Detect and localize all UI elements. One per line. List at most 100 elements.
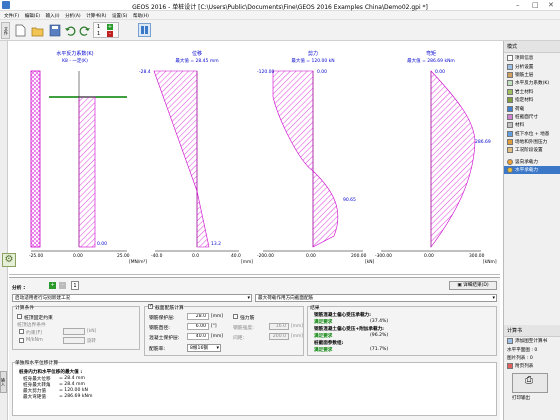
mode-item-k[interactable]: 水平反力系数(K) xyxy=(504,79,560,87)
mode-item-stage[interactable]: 工况阶段设置 xyxy=(504,146,560,154)
fixed-label: 约束(F) xyxy=(26,331,43,336)
method-select[interactable]: 启动适用者行与别新建工况 xyxy=(12,294,252,302)
material-icon xyxy=(507,122,513,129)
minimize-button[interactable]: – xyxy=(516,1,520,9)
file-side-tab[interactable]: 文件 xyxy=(1,22,10,39)
mode-item-horizontal[interactable]: 水平承载力 xyxy=(504,166,560,175)
strong-unit-2: [mm] xyxy=(291,334,303,339)
undo-button[interactable] xyxy=(63,23,76,37)
summary-group: 单独和水平位移计算 桩身内力和水平位移的最大值 : 桩身最大位移 = 28.4 … xyxy=(12,359,497,416)
results-group: 结果 钢筋混凝土偏心受压承载力: 满足要求 (37.4%) 钢筋混凝土偏心受压+… xyxy=(307,304,497,356)
pile-head-fixed-checkbox[interactable] xyxy=(17,314,22,319)
result-pct-2: (96.2%) xyxy=(370,333,389,338)
mode-item-soils[interactable]: 岩土材料 xyxy=(504,88,560,96)
mode-item-assign[interactable]: 指定材料 xyxy=(504,96,560,104)
add-analysis-icon[interactable]: + xyxy=(49,282,56,289)
boundary-label: 桩顶边界条件 xyxy=(17,323,46,328)
cover-unit: [mm] xyxy=(211,314,223,319)
appendix-list-item[interactable]: 附页列表 xyxy=(504,362,560,370)
surcharge-icon xyxy=(507,139,513,146)
mode-item-vertical[interactable]: 竖向承载力 xyxy=(504,158,560,166)
stage-view-button[interactable] xyxy=(138,23,151,37)
summary-label-4: 最大弯矩值 xyxy=(23,395,46,400)
input-side-tab[interactable]: 输入 xyxy=(0,371,7,393)
strong-bar-checkbox[interactable] xyxy=(233,314,238,319)
cover-label: 钢筋保护层: xyxy=(149,316,175,321)
panel4-subtitle: 最大值 = 286.69 kNm xyxy=(407,57,455,64)
result-label-1: 钢筋混凝土偏心受压承载力: xyxy=(314,313,371,318)
panel3-value-top-right: 0.00 xyxy=(317,69,327,75)
x-axis-tick-labels: -25.00 0.00 25.00 -40.0 0.0 40.0 -200.00… xyxy=(29,253,485,259)
mode-item-surcharge[interactable]: 场地和外围压力 xyxy=(504,138,560,146)
panel1-subtitle: K8 - 一定(K) xyxy=(62,57,88,64)
strong-input-1[interactable]: 16.0 xyxy=(269,323,289,330)
concrete-cover-input[interactable]: 40.0 xyxy=(187,333,209,340)
moment-checkbox[interactable] xyxy=(19,338,24,343)
menu-file[interactable]: 文件(F) xyxy=(4,13,19,19)
profile-icon xyxy=(507,71,513,78)
open-file-button[interactable] xyxy=(30,23,44,37)
reinforcement-checkbox[interactable] xyxy=(148,303,153,309)
settings-gear-button[interactable]: ⚙ xyxy=(2,253,16,267)
mode-item-settings[interactable]: 分析设置 xyxy=(504,62,560,70)
cover-input[interactable]: 28.0 xyxy=(187,313,209,320)
add-figure-item[interactable]: 添加图至计算书 xyxy=(504,337,560,345)
analysis-tab[interactable]: 1 xyxy=(71,281,79,290)
stage-number-2[interactable]: 1 xyxy=(97,31,100,37)
result-label-2: 钢筋混凝土偏心受压+附加承载力: xyxy=(314,327,385,332)
remove-stage-icon[interactable]: – xyxy=(107,31,113,37)
geometry-icon xyxy=(507,113,513,120)
printer-icon: ⎙ xyxy=(525,375,533,386)
result-mode-select[interactable]: 最大荷载作用方向截面配筋 xyxy=(255,294,497,302)
menu-report[interactable]: 计算书(R) xyxy=(86,13,106,19)
mode-item-material[interactable]: 材料 xyxy=(504,121,560,129)
mode-item-profile[interactable]: 钢筋土层 xyxy=(504,71,560,79)
print-button[interactable]: ⎙ xyxy=(512,373,548,393)
panel2-value-bottom: 13.2 xyxy=(211,241,221,247)
analysis-panel: 分析 : + – 1 ▣ 详细结果(D) 启动适用者行与别新建工况 最大荷载作用… xyxy=(9,277,500,420)
list-icon xyxy=(507,363,513,370)
strong-label-2: 间距: xyxy=(233,336,245,341)
tick-p2-min: -40.0 xyxy=(151,253,163,259)
maximize-button[interactable]: □ xyxy=(532,1,539,9)
panel4-fill xyxy=(430,70,476,248)
fixed-checkbox[interactable] xyxy=(19,329,24,334)
bar-count-select[interactable]: 8根16钢 xyxy=(187,344,221,352)
stage-number[interactable]: 1 xyxy=(97,24,100,30)
settings-icon xyxy=(507,63,513,70)
moment-input[interactable] xyxy=(63,337,85,344)
menu-edit[interactable]: 编辑(E) xyxy=(25,13,40,19)
detail-results-button[interactable]: ▣ 详细结果(D) xyxy=(449,281,497,290)
save-button[interactable] xyxy=(48,23,61,37)
bar-dia-input[interactable]: 6.00 xyxy=(187,323,209,330)
strong-input-2[interactable]: 200.0 xyxy=(269,333,289,340)
mode-item-project[interactable]: 项目信息 xyxy=(504,54,560,62)
result-label-3: 桩截面参数组: xyxy=(314,341,344,346)
tick-p4-max: 300.00 xyxy=(469,253,485,259)
tick-p1-max: 25.00 xyxy=(117,253,130,259)
calc-conditions-title: 计算条件 xyxy=(15,304,35,311)
menu-bar: 文件(F) 编辑(E) 输入(I) 分析(A) 计算书(R) 设置(S) 帮助(… xyxy=(0,11,560,20)
k-coefficient-icon xyxy=(507,80,513,87)
menu-settings[interactable]: 设置(S) xyxy=(112,13,127,19)
reinforcement-group: 截面配筋计算 钢筋保护层: 28.0 [mm] 钢筋直径: 6.00 [°] 混… xyxy=(144,303,304,356)
stage-icon xyxy=(507,147,513,154)
new-file-button[interactable] xyxy=(13,23,26,37)
add-stage-icon[interactable]: + xyxy=(107,24,113,30)
fixed-input[interactable] xyxy=(63,328,85,335)
redo-button[interactable] xyxy=(78,23,91,37)
menu-analysis[interactable]: 分析(A) xyxy=(65,13,81,19)
mode-item-load[interactable]: 荷载 xyxy=(504,104,560,112)
calc-report-title: 计算书 xyxy=(504,325,560,337)
menu-help[interactable]: 帮助(H) xyxy=(133,13,149,19)
panel3-value-mid: 90.65 xyxy=(343,197,356,203)
mode-item-geometry[interactable]: 桩截面尺寸 xyxy=(504,113,560,121)
menu-input[interactable]: 输入(I) xyxy=(46,13,60,19)
close-button[interactable]: ✕ xyxy=(548,1,554,9)
moment-label: M/kNm xyxy=(26,338,43,343)
strong-bar-label: 强力筋 xyxy=(240,316,255,321)
panel2-fill xyxy=(153,70,210,248)
remove-analysis-icon[interactable]: – xyxy=(59,282,66,289)
mode-item-water[interactable]: 桩下水位 + 地基 xyxy=(504,130,560,138)
unit-p3: [kN] xyxy=(365,259,375,265)
